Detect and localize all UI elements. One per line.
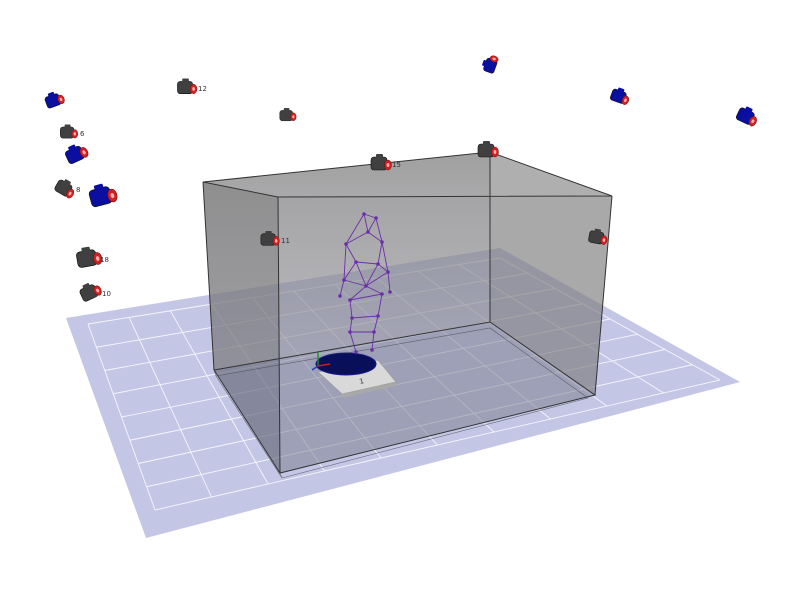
camera-label: 12 [198,85,207,93]
skeleton-marker [374,216,378,220]
camera-lens-highlight [292,115,295,119]
camera-cam-g[interactable] [87,181,118,208]
camera-lens-highlight [274,239,278,243]
skeleton-marker [380,240,384,244]
camera-cam-10[interactable] [78,279,103,302]
skeleton-marker [350,316,354,320]
camera-lens-highlight [386,163,390,167]
skeleton-marker [366,230,370,234]
camera-label: 11 [281,237,290,245]
skeleton-marker [388,290,392,294]
skeleton-marker [362,212,366,216]
skeleton-marker [386,270,390,274]
skeleton-marker [348,298,352,302]
camera-cam-6[interactable] [60,124,78,139]
skeleton-marker [344,242,348,246]
3d-viewport[interactable]: 1 126818101511 [0,0,800,598]
skeleton-marker [370,348,374,352]
camera-mount [376,154,383,158]
skeleton-marker [364,284,368,288]
camera-cam-e[interactable] [735,104,760,127]
camera-cam-a[interactable] [43,89,65,109]
camera-mount [64,124,71,128]
skeleton-marker [376,314,380,318]
skeleton-marker [372,330,376,334]
camera-cam-c[interactable] [480,53,499,74]
camera-label: 8 [76,186,80,194]
skeleton-marker [338,294,342,298]
camera-cam-d[interactable] [610,86,632,106]
camera-mount [283,108,290,112]
camera-cam-f[interactable] [63,140,90,164]
skeleton-marker [354,260,358,264]
camera-label: 10 [102,290,111,298]
camera-mount [483,141,490,145]
camera-cam-h[interactable] [477,141,499,158]
skeleton-marker [348,330,352,334]
skeleton-marker [354,350,358,354]
camera-label: 6 [80,130,85,138]
camera-cam-15[interactable] [370,154,392,171]
camera-label: 15 [392,161,401,169]
camera-cam-8[interactable] [54,176,78,199]
skeleton-marker [380,292,384,296]
volume-front-face [278,196,612,473]
camera-lens-highlight [493,150,497,154]
camera-lens-highlight [192,87,195,91]
skeleton-marker [376,262,380,266]
camera-cam-b[interactable] [279,108,297,122]
camera-label: 18 [100,256,109,264]
camera-mount [265,231,272,235]
camera-cam-12[interactable] [177,78,198,94]
camera-lens-highlight [73,132,76,136]
base-disk [315,352,377,376]
camera-cam-18[interactable] [75,245,103,268]
skeleton-marker [342,278,346,282]
camera-mount [182,78,189,83]
